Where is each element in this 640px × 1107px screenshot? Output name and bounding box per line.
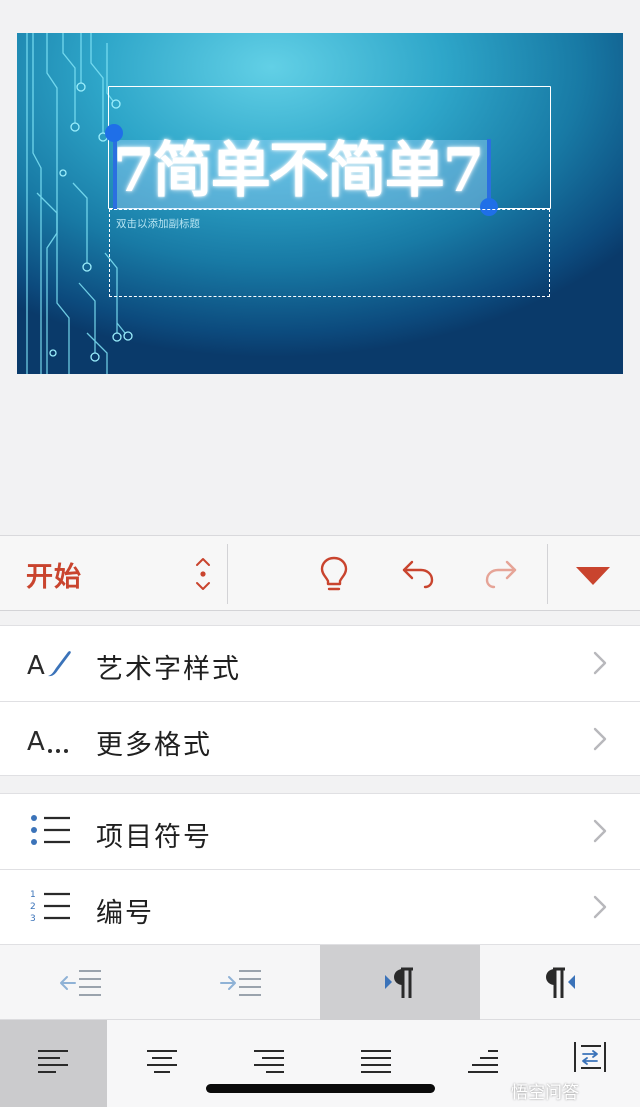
tab-start[interactable]: 开始 (26, 555, 82, 594)
numbering-icon: 1 2 3 (30, 890, 70, 924)
bullets-icon (31, 815, 70, 845)
svg-text:2: 2 (30, 902, 36, 912)
watermark-text: 悟空问答 (511, 1083, 579, 1103)
format-menu-group: A 艺术字样式 A 更多格式 (0, 625, 640, 776)
slide-title[interactable]: 7简单不简单7 (113, 134, 503, 208)
collapse-triangle-icon[interactable] (574, 564, 612, 588)
align-center-button[interactable] (107, 1020, 214, 1107)
lightbulb-icon[interactable] (318, 556, 350, 592)
more-formats-icon: A (27, 727, 68, 757)
menu-item-more-formats[interactable]: A 更多格式 (0, 702, 640, 777)
right-to-left-button[interactable] (480, 945, 640, 1020)
justify-icon (361, 1050, 391, 1073)
selection-start-cursor (113, 135, 117, 209)
align-left-icon (38, 1050, 68, 1073)
distributed-icon (468, 1050, 498, 1073)
line-spacing-icon (574, 1042, 606, 1072)
left-to-right-icon (385, 967, 413, 998)
home-indicator[interactable] (206, 1084, 435, 1093)
menu-item-label: 编号 (96, 898, 154, 929)
slide[interactable]: 7简单不简单7 双击以添加副标题 (17, 33, 623, 374)
chevron-right-icon (593, 895, 607, 919)
chevron-right-icon (593, 819, 607, 843)
align-right-icon (254, 1050, 284, 1073)
selection-start-handle[interactable] (105, 124, 123, 142)
align-left-button[interactable] (0, 1020, 107, 1107)
chevron-right-icon (593, 651, 607, 675)
align-center-icon (147, 1050, 177, 1073)
svg-text:1: 1 (30, 890, 36, 900)
subtitle-placeholder-text: 双击以添加副标题 (116, 218, 200, 230)
toolbar-divider (227, 544, 228, 604)
decrease-indent-icon (60, 970, 101, 996)
right-to-left-icon (546, 967, 575, 998)
menu-item-label: 更多格式 (96, 730, 212, 761)
tab-switch-icon[interactable] (192, 556, 214, 592)
svg-text:3: 3 (30, 914, 36, 924)
svg-text:A: A (27, 651, 45, 681)
redo-icon[interactable] (484, 558, 518, 590)
menu-item-numbering[interactable]: 1 2 3 编号 (0, 870, 640, 945)
increase-indent-icon (220, 970, 261, 996)
list-menu-group: 项目符号 1 2 3 编号 (0, 793, 640, 944)
left-to-right-button[interactable] (320, 945, 480, 1020)
decrease-indent-button[interactable] (0, 945, 160, 1020)
toolbar-divider (547, 544, 548, 604)
undo-icon[interactable] (401, 558, 435, 590)
menu-item-label: 项目符号 (96, 822, 212, 853)
menu-item-bullets[interactable]: 项目符号 (0, 794, 640, 870)
align-right-button[interactable] (214, 1020, 321, 1107)
menu-item-label: 艺术字样式 (96, 654, 241, 685)
wordart-style-icon: A (27, 651, 71, 681)
menu-item-wordart-style[interactable]: A 艺术字样式 (0, 626, 640, 702)
indent-direction-bar (0, 944, 640, 1020)
slide-canvas: 7简单不简单7 双击以添加副标题 (0, 0, 640, 535)
svg-text:A: A (27, 727, 45, 757)
justify-button[interactable] (321, 1020, 428, 1107)
chevron-right-icon (593, 727, 607, 751)
increase-indent-button[interactable] (160, 945, 320, 1020)
ribbon-toolbar: 开始 (0, 535, 640, 611)
